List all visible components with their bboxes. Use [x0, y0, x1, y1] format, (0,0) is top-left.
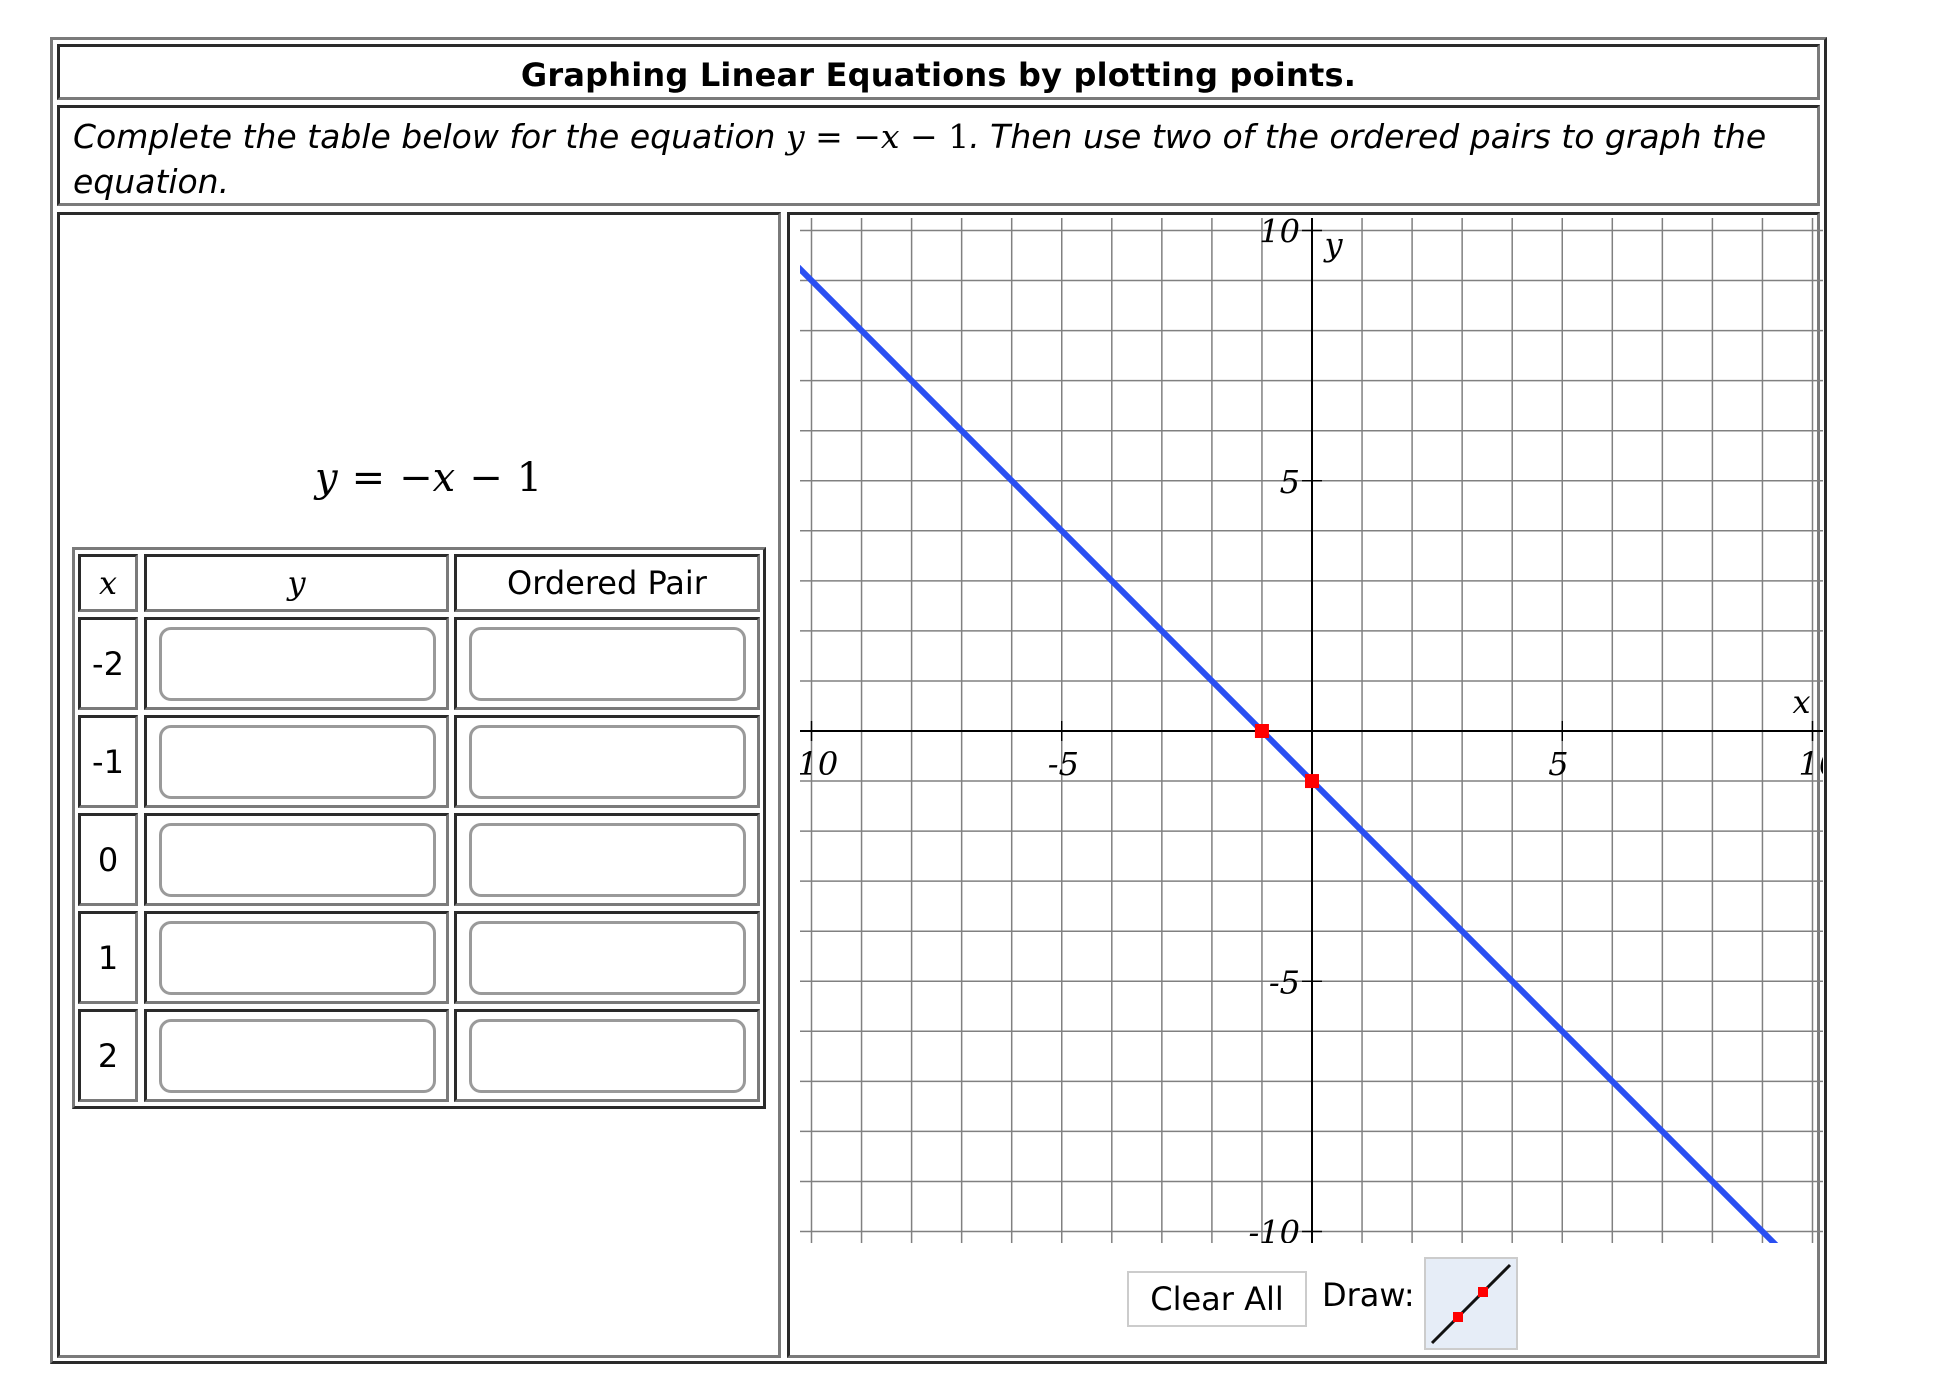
instructions-prefix: Complete the table below for the equatio…: [73, 117, 786, 156]
x-value-cell: -1: [78, 715, 138, 808]
eq-var: x: [880, 117, 900, 156]
y-value-input[interactable]: [159, 725, 436, 799]
ordered-pair-input[interactable]: [469, 921, 746, 995]
ordered-pair-input[interactable]: [469, 627, 746, 701]
x-tick-label: 10: [1799, 745, 1824, 783]
x-value-cell: -2: [78, 617, 138, 710]
eq-sign: = −: [815, 117, 881, 156]
ordered-pair-cell: [454, 617, 760, 710]
y-value-input[interactable]: [159, 627, 436, 701]
graph-panel: 10 -5 5 10 10 5 -5 -10 x y: [787, 212, 1823, 1361]
y-value-cell: [144, 715, 449, 808]
y-tick-label: 5: [1280, 463, 1300, 501]
ordered-pair-cell: [454, 715, 760, 808]
title-box: Graphing Linear Equations by plotting po…: [57, 44, 1820, 100]
ordered-pair-input[interactable]: [469, 1019, 746, 1093]
y-value-cell: [144, 1009, 449, 1102]
y-value-cell: [144, 617, 449, 710]
header-y: y: [144, 554, 449, 612]
graph-plot-area: 10 -5 5 10 10 5 -5 -10 x y: [798, 215, 1824, 1252]
x-value-cell: 0: [78, 813, 138, 906]
x-tick-label: -5: [1048, 745, 1079, 783]
ordered-pair-input[interactable]: [469, 725, 746, 799]
plotted-point: [1305, 774, 1319, 789]
coordinate-graph[interactable]: 10 -5 5 10 10 5 -5 -10 x y: [790, 215, 1823, 1361]
line-through-two-points-icon: [1430, 1263, 1512, 1345]
equation-display: y = −x −1: [315, 455, 543, 501]
y-value-cell: [144, 911, 449, 1004]
plotted-point: [1254, 724, 1269, 738]
y-axis-label: y: [1323, 226, 1344, 264]
y-value-input[interactable]: [159, 1019, 436, 1093]
ordered-pair-input[interactable]: [469, 823, 746, 897]
x-value-cell: 1: [78, 911, 138, 1004]
x-axis-label: x: [1792, 683, 1810, 721]
y-tick-label: -5: [1269, 963, 1300, 1001]
ordered-pair-cell: [454, 813, 760, 906]
x-tick-label: 5: [1548, 745, 1568, 783]
eq-lhs: y: [785, 117, 805, 156]
x-tick-label: 10: [798, 745, 839, 783]
draw-line-tool-button[interactable]: [1424, 1257, 1518, 1350]
instructions-box: Complete the table below for the equatio…: [57, 105, 1820, 206]
header-x: x: [78, 554, 138, 612]
y-value-input[interactable]: [159, 823, 436, 897]
clear-all-button[interactable]: Clear All: [1127, 1271, 1307, 1327]
ordered-pair-cell: [454, 911, 760, 1004]
y-value-cell: [144, 813, 449, 906]
page-title: Graphing Linear Equations by plotting po…: [520, 56, 1357, 94]
y-tick-label: -10: [1248, 1214, 1300, 1252]
x-value-cell: 2: [78, 1009, 138, 1102]
instructions-text: Complete the table below for the equatio…: [73, 114, 1777, 204]
header-ordered-pair: Ordered Pair: [454, 554, 760, 612]
y-tick-label: 10: [1259, 215, 1300, 251]
y-value-input[interactable]: [159, 921, 436, 995]
eq-tail: − 1: [910, 117, 970, 156]
draw-label: Draw:: [1322, 1276, 1415, 1314]
ordered-pair-cell: [454, 1009, 760, 1102]
